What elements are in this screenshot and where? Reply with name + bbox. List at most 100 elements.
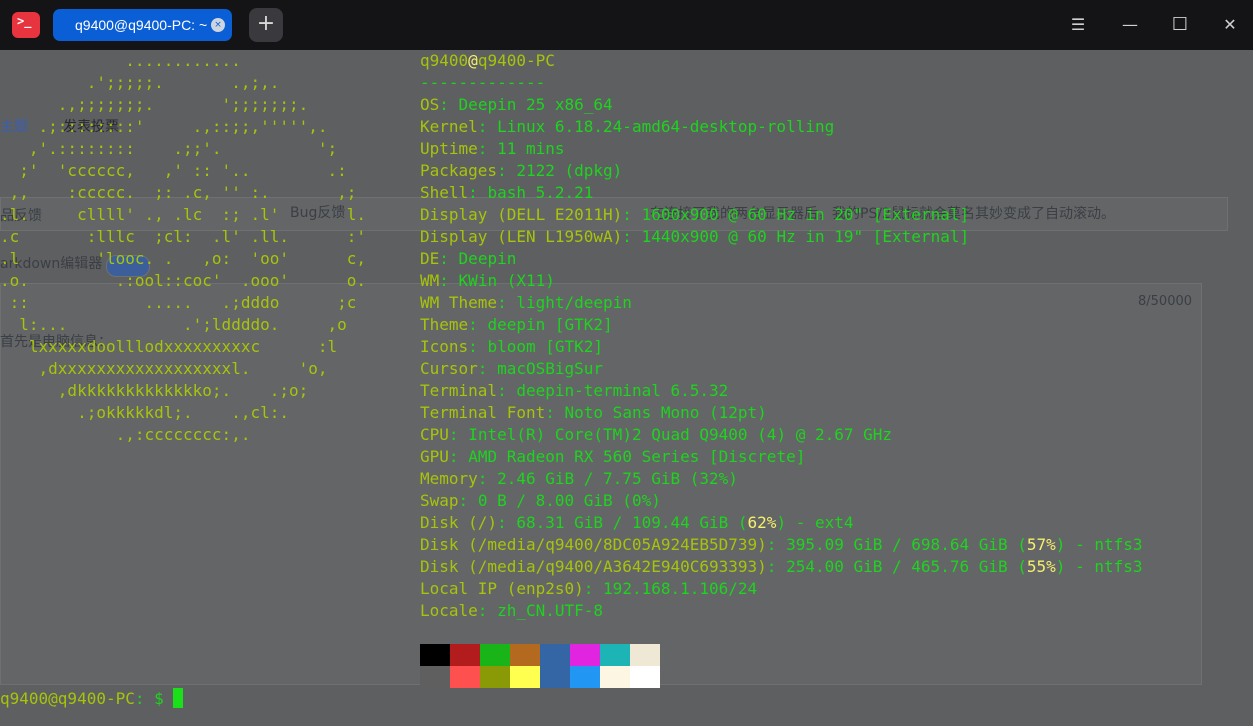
info-value: 1600x900 @ 60 Hz in 20" [External] [641, 205, 970, 224]
info-key: Memory [420, 469, 478, 488]
info-key: Swap [420, 491, 459, 510]
info-line: DE: Deepin [420, 248, 516, 270]
info-key: Shell [420, 183, 469, 202]
info-colon: : [477, 469, 488, 488]
info-value: Deepin 25 x86_64 [458, 95, 613, 114]
logo-line: .';;;;;. .,;,. [0, 73, 280, 92]
info-value-suffix: ) - ext4 [776, 513, 854, 532]
info-value: 395.09 GiB / 698.64 GiB ( [786, 535, 1027, 554]
header-at: @ [468, 51, 478, 70]
info-colon: : [497, 381, 507, 400]
info-line: Icons: bloom [GTK2] [420, 336, 603, 358]
info-colon: : [439, 271, 449, 290]
info-colon: : [468, 315, 478, 334]
logo-line: ,'.:::::::: .;;'. '; [0, 139, 338, 158]
palette-swatch [480, 666, 510, 688]
info-value: light/deepin [516, 293, 632, 312]
info-value: Noto Sans Mono (12pt) [564, 403, 767, 422]
info-colon: : [468, 337, 478, 356]
logo-line: .c :lllc ;cl: .l' .ll. :' [0, 227, 367, 246]
terminal-prompt-icon: >_ [17, 14, 32, 28]
info-value: Intel(R) Core(TM)2 Quad Q9400 (4) @ 2.67… [468, 425, 893, 444]
palette-swatch [540, 644, 570, 666]
close-icon[interactable]: ✕ [1215, 10, 1245, 40]
info-line: WM Theme: light/deepin [420, 292, 632, 314]
terminal-app-icon[interactable]: >_ [12, 12, 40, 38]
palette-swatch [420, 666, 450, 688]
info-value-suffix: ) - ntfs3 [1055, 557, 1143, 576]
maximize-icon[interactable]: ☐ [1165, 10, 1195, 40]
info-colon: : [477, 359, 488, 378]
info-key: DE [420, 249, 440, 268]
logo-line: .,:cccccccc:,. [0, 425, 251, 444]
minimize-icon[interactable]: — [1115, 10, 1145, 40]
info-colon: : [497, 513, 507, 532]
info-key: Local IP (enp2s0) [420, 579, 584, 598]
info-line: GPU: AMD Radeon RX 560 Series [Discrete] [420, 446, 805, 468]
info-colon: : [477, 117, 488, 136]
info-key: Kernel [420, 117, 478, 136]
info-value-suffix: ) - ntfs3 [1055, 535, 1143, 554]
info-key: Icons [420, 337, 469, 356]
info-colon: : [766, 535, 777, 554]
info-percent: 57% [1026, 535, 1056, 554]
logo-line: .;::::::::' .,::;;,''''',. [0, 117, 328, 136]
info-key: WM Theme [420, 293, 498, 312]
info-value: deepin-terminal 6.5.32 [516, 381, 729, 400]
logo-line: .l. cllll' ., .lc :; .l' l. [0, 205, 367, 224]
logo-line: .o. .:ool::coc' .ooo' o. [0, 271, 367, 290]
info-value: KWin (X11) [458, 271, 555, 290]
header-host: q9400-PC [477, 51, 555, 70]
shell-prompt[interactable]: q9400@q9400-PC: $ [0, 688, 184, 710]
tab-close-icon[interactable]: × [211, 18, 225, 32]
info-value: Deepin [458, 249, 517, 268]
logo-line: .l 'looc. . ,o: 'oo' c, [0, 249, 367, 268]
terminal-tab[interactable]: q9400@q9400-PC: ~ × [53, 9, 232, 41]
palette-swatch [570, 666, 600, 688]
info-line: Memory: 2.46 GiB / 7.75 GiB (32%) [420, 468, 738, 490]
info-key: Terminal Font [420, 403, 546, 422]
info-key: Uptime [420, 139, 478, 158]
info-key: GPU [420, 447, 449, 466]
info-key: Display (LEN L1950wA) [420, 227, 623, 246]
palette-swatch [420, 644, 450, 666]
info-line: Local IP (enp2s0): 192.168.1.106/24 [420, 578, 757, 600]
info-colon: : [497, 293, 507, 312]
info-key: Locale [420, 601, 478, 620]
palette-swatch [600, 666, 630, 688]
info-colon: : [477, 601, 488, 620]
info-value: 68.31 GiB / 109.44 GiB ( [516, 513, 748, 532]
info-value: 254.00 GiB / 465.76 GiB ( [786, 557, 1027, 576]
info-colon: : [622, 205, 632, 224]
info-line: Uptime: 11 mins [420, 138, 565, 160]
info-key: Disk (/media/q9400/8DC05A924EB5D739) [420, 535, 767, 554]
info-key: Display (DELL E2011H) [420, 205, 623, 224]
header-separator: ------------- [420, 73, 546, 92]
palette-swatch [600, 644, 630, 666]
terminal-output[interactable]: ............ .';;;;;. .,;,. .,;;;;;;;. '… [0, 50, 1253, 726]
info-value: 2.46 GiB / 7.75 GiB (32%) [497, 469, 738, 488]
prompt-symbol: $ [154, 689, 164, 708]
info-line: Packages: 2122 (dpkg) [420, 160, 622, 182]
info-value: 0 B / 8.00 GiB (0%) [477, 491, 661, 510]
info-value: deepin [GTK2] [487, 315, 613, 334]
info-value: zh_CN.UTF-8 [497, 601, 604, 620]
info-key: WM [420, 271, 440, 290]
info-value: 192.168.1.106/24 [603, 579, 758, 598]
info-value: AMD Radeon RX 560 Series [Discrete] [468, 447, 806, 466]
info-line: Theme: deepin [GTK2] [420, 314, 613, 336]
info-value: 2122 (dpkg) [516, 161, 623, 180]
fetch-header: q9400@q9400-PC [420, 50, 555, 72]
logo-line: ,dkkkkkkkkkkkkko;. .;o; [0, 381, 309, 400]
logo-line: lxxxxxdoolllodxxxxxxxxxc :l [0, 337, 338, 356]
prompt-colon: : [134, 689, 155, 708]
info-colon: : [497, 161, 507, 180]
titlebar: >_ q9400@q9400-PC: ~ × + ☰ — ☐ ✕ [0, 0, 1253, 50]
menu-icon[interactable]: ☰ [1063, 10, 1093, 40]
new-tab-button[interactable]: + [249, 8, 283, 42]
info-key: OS [420, 95, 440, 114]
info-colon: : [448, 425, 459, 444]
info-key: CPU [420, 425, 449, 444]
info-line: Locale: zh_CN.UTF-8 [420, 600, 603, 622]
info-colon: : [583, 579, 594, 598]
